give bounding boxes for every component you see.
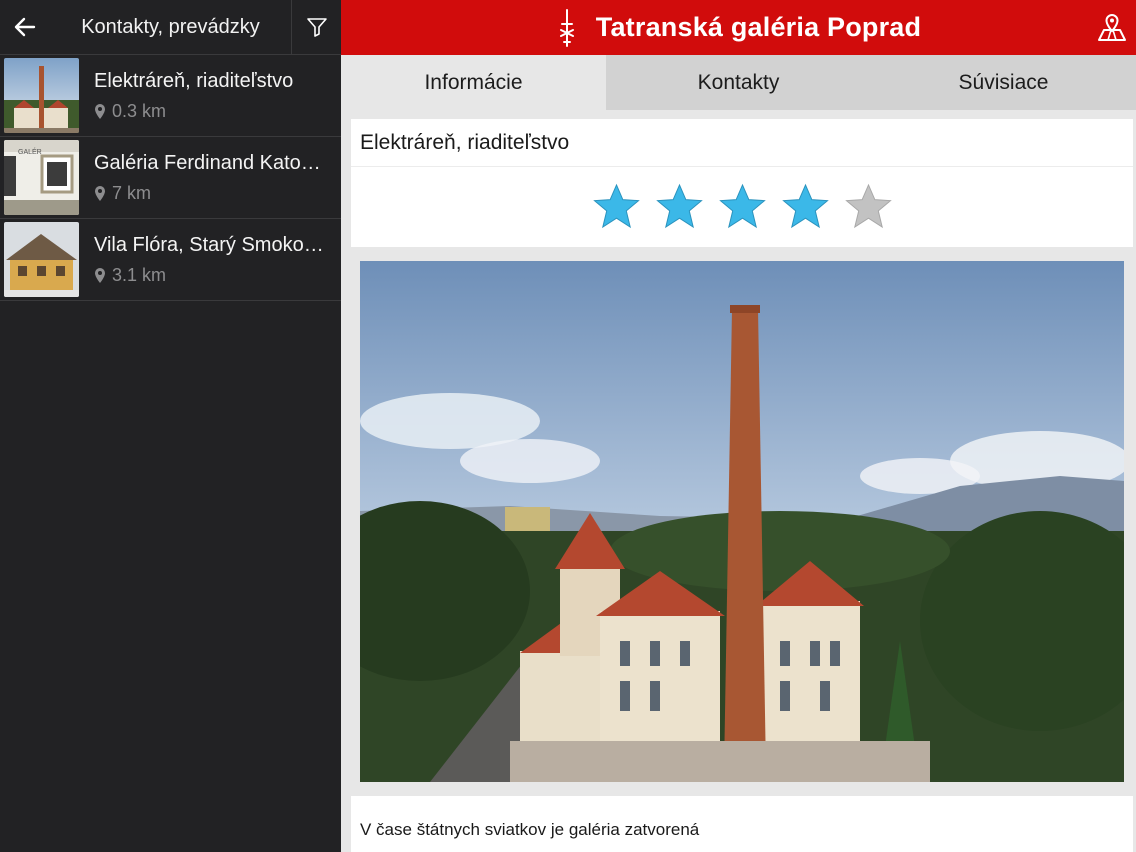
map-button[interactable] — [1096, 12, 1128, 44]
detail-panel: Tatranská galéria Poprad Informácie Kont… — [341, 0, 1136, 852]
contacts-header: Kontakty, prevádzky — [0, 0, 341, 55]
star-filled-icon[interactable] — [718, 183, 767, 230]
star-filled-icon[interactable] — [781, 183, 830, 230]
item-name: Elektráreň, riaditeľstvo — [94, 69, 294, 92]
distance-value: 3.1 km — [112, 264, 167, 285]
tab-informacie[interactable]: Informácie — [341, 55, 606, 110]
star-filled-icon[interactable] — [592, 183, 641, 230]
filter-button[interactable] — [291, 0, 341, 55]
list-item-elektraren[interactable]: Elektráreň, riaditeľstvo 0.3 km — [0, 55, 341, 137]
place-photo — [360, 261, 1124, 782]
star-filled-icon[interactable] — [655, 183, 704, 230]
opening-note: V čase štátnych sviatkov je galéria zatv… — [351, 796, 1133, 852]
svg-text:GALÉR: GALÉR — [18, 147, 42, 156]
app-header: Tatranská galéria Poprad — [341, 0, 1136, 55]
brand: Tatranská galéria Poprad — [556, 8, 921, 48]
contacts-panel: Kontakty, prevádzky Elektráreň, riaditeľ… — [0, 0, 341, 852]
gallery-logo-icon — [559, 8, 574, 47]
star-empty-icon[interactable] — [844, 183, 893, 230]
tab-bar: Informácie Kontakty Súvisiace — [341, 55, 1136, 110]
app-title: Tatranská galéria Poprad — [595, 12, 922, 42]
tab-suvisiace[interactable]: Súvisiace — [871, 55, 1136, 110]
arrow-left-icon — [14, 17, 36, 37]
distance-value: 7 km — [112, 182, 152, 203]
item-distance: 0.3 km — [94, 101, 329, 122]
list-item-vila-flora[interactable]: Vila Flóra, Starý Smokovec 3.1 km — [0, 219, 341, 301]
item-name: Vila Flóra, Starý Smokovec — [94, 233, 329, 256]
item-distance: 7 km — [94, 183, 329, 204]
back-button[interactable] — [0, 0, 50, 55]
list-item-galeria-katona[interactable]: GALÉR Galéria Ferdinand Katona, Spišská … — [0, 137, 341, 219]
thumbnail-galeria-katona: GALÉR — [4, 140, 79, 215]
contacts-title: Kontakty, prevádzky — [81, 15, 260, 38]
filter-icon — [306, 18, 327, 37]
map-pin-icon — [95, 267, 105, 283]
rating-stars[interactable] — [351, 183, 1133, 230]
place-card: Elektráreň, riaditeľstvo — [351, 119, 1133, 247]
map-pin-icon — [95, 185, 105, 201]
item-distance: 3.1 km — [94, 265, 329, 286]
thumbnail-elektraren — [4, 58, 79, 133]
distance-value: 0.3 km — [112, 100, 167, 121]
tab-kontakty[interactable]: Kontakty — [606, 55, 871, 110]
contacts-list: Elektráreň, riaditeľstvo 0.3 km GALÉR Ga… — [0, 55, 341, 301]
item-name: Galéria Ferdinand Katona, Spišská Sobota — [94, 151, 329, 174]
thumbnail-vila-flora — [4, 222, 79, 297]
place-title: Elektráreň, riaditeľstvo — [351, 119, 1133, 167]
map-location-icon — [1098, 13, 1126, 41]
map-pin-icon — [95, 103, 105, 119]
